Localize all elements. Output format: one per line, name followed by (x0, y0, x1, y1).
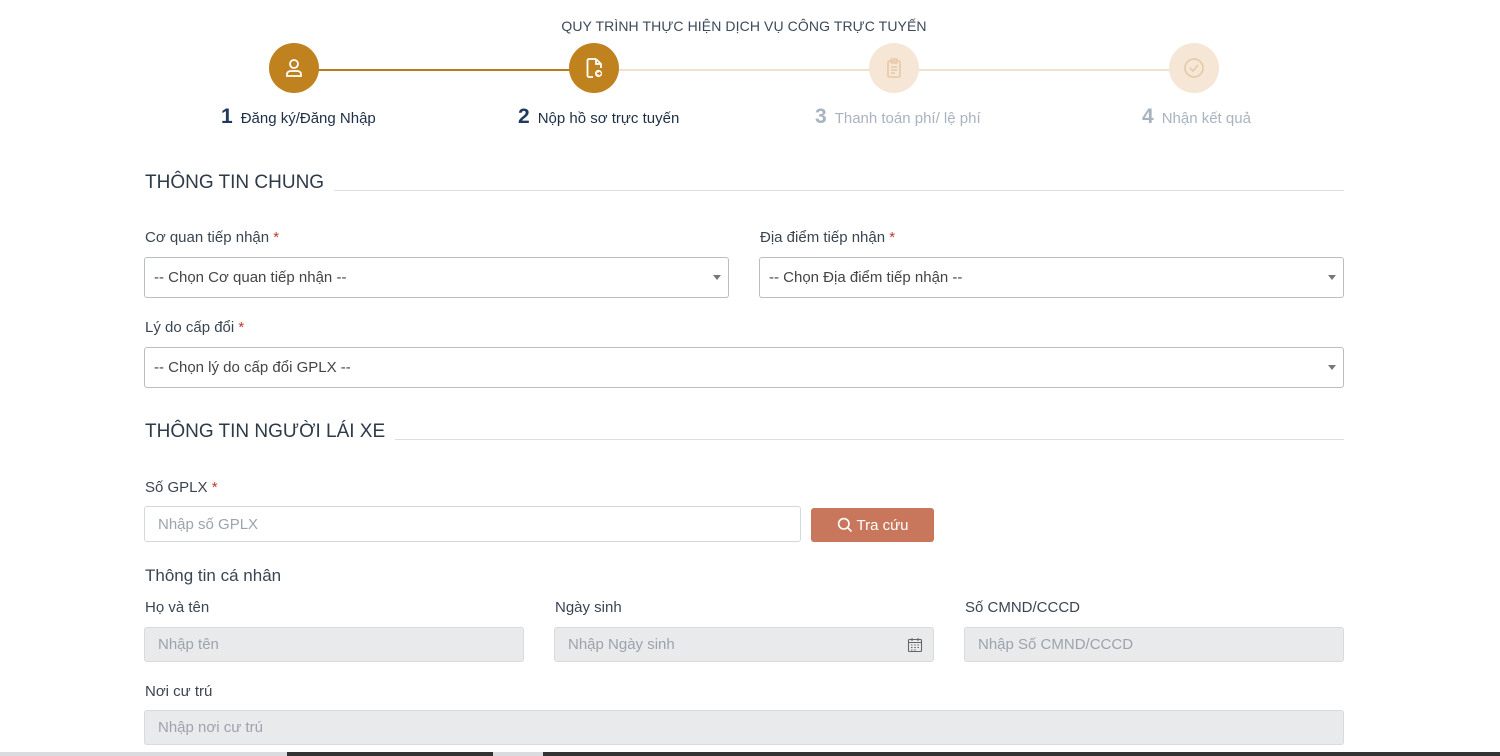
agency-label: Cơ quan tiếp nhận * (145, 229, 279, 246)
file-submit-icon (586, 58, 603, 78)
location-label: Địa điểm tiếp nhận * (760, 229, 895, 246)
id-number-input[interactable]: Nhập Số CMND/CCCD (964, 627, 1344, 662)
step-number: 1 (221, 105, 233, 128)
reason-label: Lý do cấp đổi * (145, 319, 244, 336)
clipboard-icon (887, 58, 901, 78)
license-number-input[interactable]: Nhập số GPLX (144, 506, 801, 542)
license-label: Số GPLX * (145, 479, 218, 496)
reason-select-value: -- Chọn lý do cấp đổi GPLX -- (154, 359, 351, 376)
step-3-circle (869, 43, 919, 93)
location-label-text: Địa điểm tiếp nhận (760, 229, 886, 246)
lookup-button[interactable]: Tra cứu (811, 508, 934, 542)
calendar-icon[interactable] (907, 637, 923, 653)
lookup-button-label: Tra cứu (856, 516, 909, 534)
residence-input[interactable]: Nhập nơi cư trú (144, 710, 1344, 745)
process-title: QUY TRÌNH THỰC HIỆN DỊCH VỤ CÔNG TRỰC TU… (561, 18, 927, 34)
agency-select[interactable]: -- Chọn Cơ quan tiếp nhận -- (144, 257, 729, 298)
general-info-heading: THÔNG TIN CHUNG (145, 171, 1344, 195)
step-4-circle (1169, 43, 1219, 93)
caret-down-icon (713, 275, 721, 280)
section-title: THÔNG TIN CHUNG (145, 172, 325, 193)
step-4-label: 4 Nhận kết quả (1142, 105, 1251, 129)
reason-select[interactable]: -- Chọn lý do cấp đổi GPLX -- (144, 347, 1344, 388)
step-text: Nộp hồ sơ trực tuyến (537, 110, 680, 127)
step-2-circle (569, 43, 619, 93)
personal-info-heading: Thông tin cá nhân (145, 566, 282, 585)
driver-info-heading: THÔNG TIN NGƯỜI LÁI XE (145, 420, 1344, 444)
step-number: 3 (815, 105, 827, 128)
dob-input[interactable]: Nhập Ngày sinh (554, 627, 934, 662)
location-select[interactable]: -- Chọn Địa điểm tiếp nhận -- (759, 257, 1344, 298)
scrollbar-segment[interactable] (287, 752, 493, 756)
step-1-circle (269, 43, 319, 93)
step-1-label: 1 Đăng ký/Đăng Nhập (221, 105, 376, 129)
horizontal-scrollbar[interactable] (0, 752, 1500, 756)
residence-label: Nơi cư trú (145, 683, 213, 700)
required-mark: * (889, 229, 896, 246)
caret-down-icon (1328, 275, 1336, 280)
full-name-label: Họ và tên (145, 599, 210, 616)
caret-down-icon (1328, 365, 1336, 370)
step-number: 2 (518, 105, 530, 128)
scrollbar-segment[interactable] (543, 752, 1500, 756)
full-name-placeholder: Nhập tên (158, 636, 219, 653)
step-number: 4 (1142, 105, 1154, 128)
required-mark: * (238, 319, 245, 336)
id-number-label: Số CMND/CCCD (965, 599, 1081, 616)
check-circle-icon (1184, 58, 1204, 78)
id-number-placeholder: Nhập Số CMND/CCCD (978, 636, 1134, 653)
step-text: Nhận kết quả (1161, 110, 1251, 127)
search-icon (837, 517, 852, 533)
step-2-label: 2 Nộp hồ sơ trực tuyến (518, 105, 679, 129)
process-steps: 1 Đăng ký/Đăng Nhập 2 Nộp hồ sơ trực tuy… (0, 43, 1500, 143)
step-progress-line-done (294, 69, 594, 71)
agency-label-text: Cơ quan tiếp nhận (145, 229, 270, 246)
location-select-value: -- Chọn Địa điểm tiếp nhận -- (769, 269, 963, 286)
full-name-input[interactable]: Nhập tên (144, 627, 524, 662)
dob-label: Ngày sinh (555, 599, 622, 616)
user-icon (286, 59, 302, 77)
required-mark: * (273, 229, 280, 246)
section-title: THÔNG TIN NGƯỜI LÁI XE (145, 421, 386, 442)
step-3-label: 3 Thanh toán phí/ lệ phí (815, 105, 981, 129)
step-text: Đăng ký/Đăng Nhập (240, 110, 376, 127)
license-number-placeholder: Nhập số GPLX (158, 515, 259, 533)
step-text: Thanh toán phí/ lệ phí (834, 110, 981, 127)
dob-placeholder: Nhập Ngày sinh (568, 636, 675, 653)
required-mark: * (211, 479, 218, 496)
section-divider (334, 189, 1344, 191)
residence-placeholder: Nhập nơi cư trú (158, 719, 263, 736)
license-label-text: Số GPLX (145, 479, 208, 496)
agency-select-value: -- Chọn Cơ quan tiếp nhận -- (154, 269, 347, 286)
reason-label-text: Lý do cấp đổi (145, 319, 235, 336)
section-divider (395, 438, 1344, 440)
